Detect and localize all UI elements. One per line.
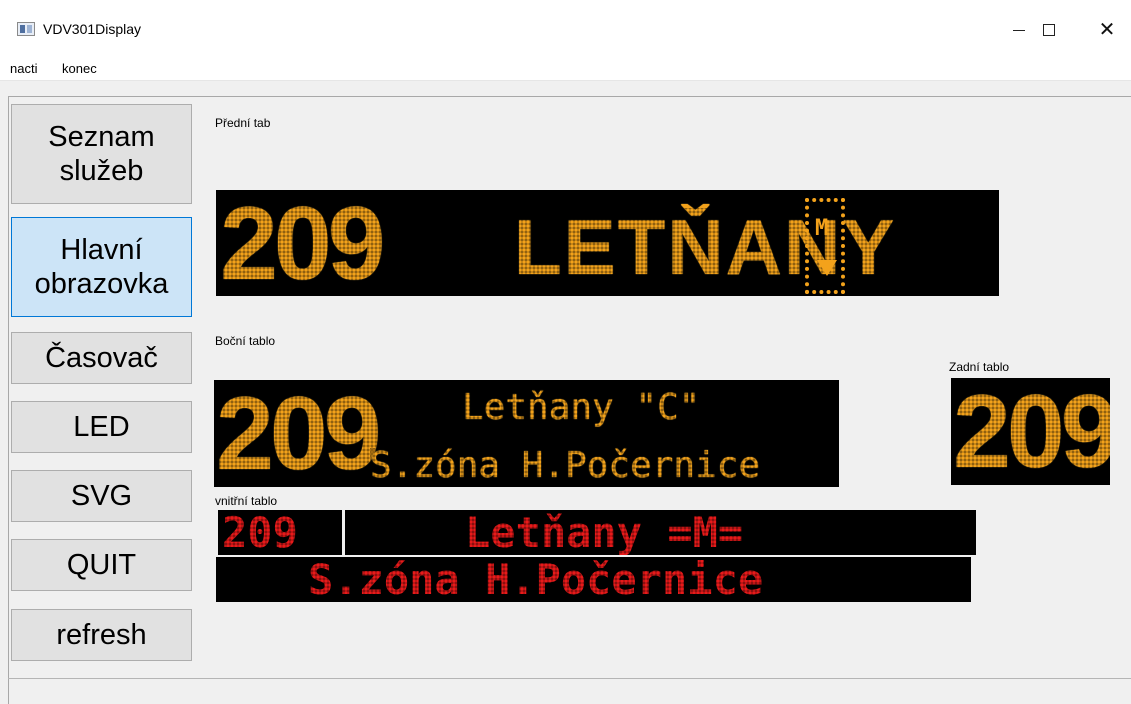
menu-bar: nacti konec [0,56,1131,81]
svg-button[interactable]: SVG [11,470,192,522]
side-board-label: Boční tablo [215,334,276,348]
menu-item-konec[interactable]: konec [62,61,97,76]
rear-line-number: 209 [953,380,1110,484]
timer-label: Časovač [45,342,158,374]
main-screen-label: Hlavní obrazovka [34,234,169,300]
led-button[interactable]: LED [11,401,192,453]
side-board-display: 209 Letňany "C" S.zóna H.Počernice [214,380,839,487]
window-title: VDV301Display [43,21,142,37]
inner-line-display: 209 [218,510,342,555]
inner-line-number: 209 [222,510,298,555]
inner-destination: Letňany =M= [465,510,744,555]
status-bar [8,678,1131,679]
close-icon: ✕ [1098,19,1116,41]
front-line-number: 209 [220,190,386,296]
metro-icon: M [805,198,845,294]
rear-board-display: 209 [951,378,1110,485]
inner-destination-display: Letňany =M= [345,510,976,555]
refresh-label: refresh [56,619,147,651]
quit-button[interactable]: QUIT [11,539,192,591]
front-board-label: Přední tab [215,116,271,130]
app-icon [17,22,35,36]
minimize-icon [1013,29,1025,31]
inner-via: S.zóna H.Počernice [308,557,764,602]
refresh-button[interactable]: refresh [11,609,192,661]
rear-board-label: Zadní tablo [949,360,1010,374]
close-button[interactable]: ✕ [1084,14,1130,46]
side-via: S.zóna H.Počernice [370,445,761,486]
title-bar: VDV301Display ✕ [0,0,1131,56]
side-destination: Letňany "C" [462,387,701,428]
main-screen-button[interactable]: Hlavní obrazovka [11,217,192,317]
side-line-number: 209 [216,380,382,487]
quit-label: QUIT [66,549,137,581]
inner-board-label: vnitřní tablo [215,494,278,508]
led-label: LED [73,411,130,443]
services-list-button[interactable]: Seznam služeb [11,104,192,204]
inner-via-display: S.zóna H.Počernice [216,557,971,602]
maximize-button[interactable] [1026,14,1072,46]
front-board-display: 209 LETŇANY M [216,190,999,296]
timer-button[interactable]: Časovač [11,332,192,384]
maximize-icon [1043,24,1055,36]
svg-label: SVG [70,480,133,512]
services-list-label: Seznam služeb [48,121,155,187]
menu-item-nacti[interactable]: nacti [10,61,37,76]
